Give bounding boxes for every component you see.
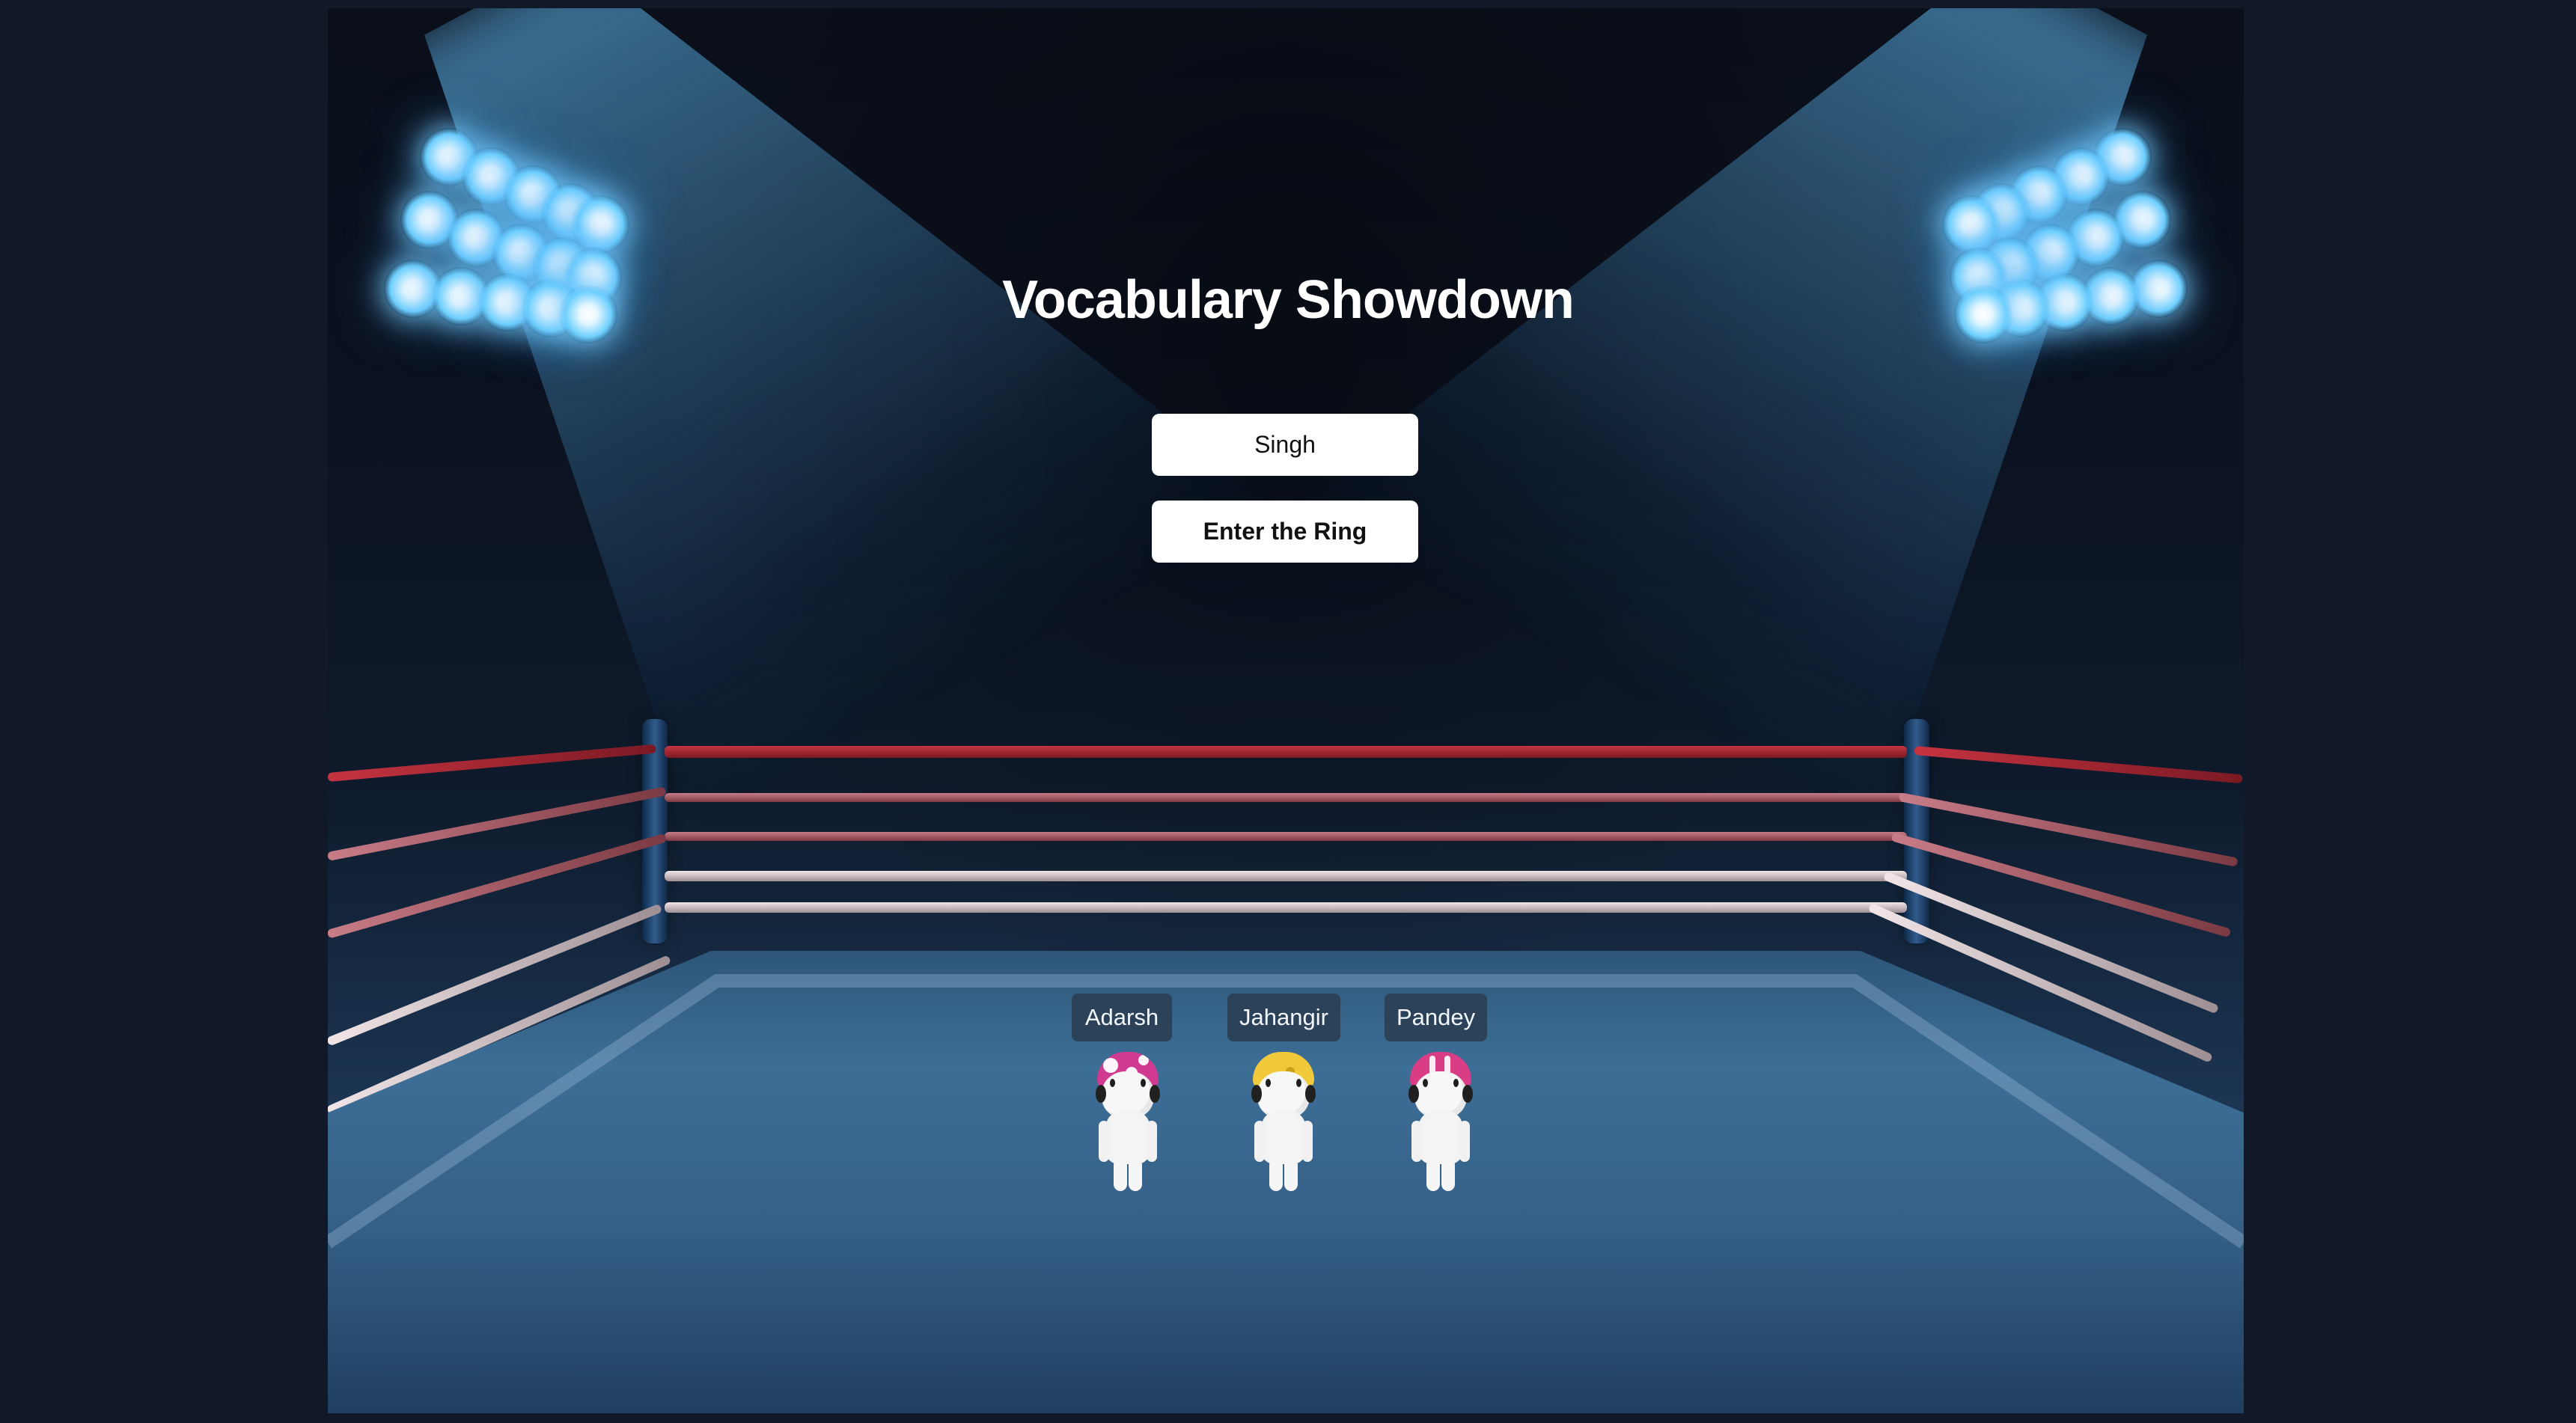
left-eye [1266,1079,1271,1087]
player-name-input[interactable] [1152,414,1418,476]
player-card-adarsh: Adarsh [1072,994,1184,1191]
left-side-rope [328,744,656,782]
right-arm [1302,1121,1313,1162]
player-avatar [1091,1052,1165,1191]
left-leg [1114,1158,1127,1191]
ring-rope [665,832,1907,841]
ring-rope [665,746,1907,758]
ring-rope [665,902,1907,913]
left-ear [1408,1085,1419,1103]
player-card-pandey: Pandey [1385,994,1497,1191]
player-name-badge: Jahangir [1227,994,1340,1041]
right-ear [1305,1085,1316,1103]
body [1418,1110,1463,1164]
player-name-badge: Adarsh [1072,994,1172,1041]
ring-rope [665,871,1907,881]
left-leg [1426,1158,1440,1191]
helmet-spot [1103,1058,1118,1073]
body [1261,1110,1306,1164]
right-arm [1147,1121,1157,1162]
left-arm [1254,1121,1265,1162]
body [1105,1110,1150,1164]
right-leg [1284,1158,1298,1191]
right-side-rope [1914,746,2243,784]
player-card-jahangir: Jahangir [1227,994,1340,1191]
right-eye [1296,1079,1301,1087]
right-ear [1150,1085,1160,1103]
helmet-spot [1138,1055,1149,1065]
left-eye [1423,1079,1428,1087]
right-arm [1459,1121,1470,1162]
right-eye [1453,1079,1459,1087]
right-eye [1141,1079,1146,1087]
right-leg [1441,1158,1455,1191]
left-leg [1269,1158,1283,1191]
player-avatar [1404,1052,1477,1191]
left-arm [1411,1121,1422,1162]
right-ear [1462,1085,1473,1103]
page-title: Vocabulary Showdown [1002,270,1575,330]
left-ear [1251,1085,1262,1103]
right-leg [1129,1158,1142,1191]
ring-rope [665,793,1907,802]
left-ear [1096,1085,1106,1103]
enter-ring-button[interactable]: Enter the Ring [1152,501,1418,563]
player-avatar [1247,1052,1320,1191]
player-name-badge: Pandey [1385,994,1488,1041]
game-stage [328,8,2244,1413]
left-arm [1099,1121,1109,1162]
left-eye [1110,1079,1115,1087]
